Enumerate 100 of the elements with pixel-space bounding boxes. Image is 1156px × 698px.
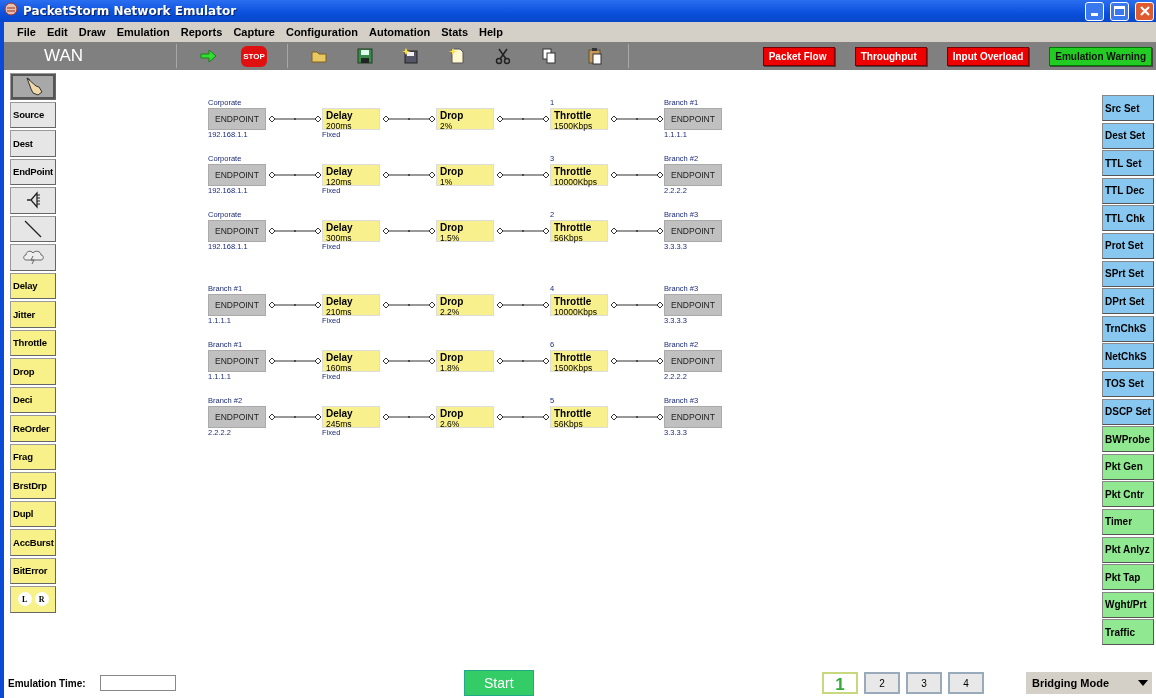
minimize-button[interactable] (1085, 1, 1104, 21)
drop-node[interactable]: Drop 2% (436, 108, 494, 130)
palette-button[interactable]: BrstDrp (10, 472, 56, 499)
palette-button[interactable]: Jitter (10, 301, 56, 328)
endpoint-node[interactable]: ENDPOINT (208, 350, 266, 372)
throttle-node[interactable]: Throttle 10000Kbps (550, 294, 608, 316)
throttle-node[interactable]: Throttle 10000Kbps (550, 164, 608, 186)
palette-button[interactable]: Dest (10, 130, 56, 157)
page-tab[interactable]: 3 (906, 672, 942, 694)
menu-item[interactable]: Draw (73, 26, 112, 38)
palette-button[interactable] (10, 187, 56, 214)
palette-button[interactable]: Pkt Gen (1102, 453, 1154, 480)
endpoint-node[interactable]: ENDPOINT (664, 164, 722, 186)
endpoint-node[interactable]: ENDPOINT (664, 294, 722, 316)
maximize-button[interactable] (1110, 1, 1129, 21)
palette-button[interactable]: Timer (1102, 508, 1154, 535)
time-field[interactable] (99, 675, 176, 691)
throttle-node[interactable]: Throttle 1500Kbps (550, 108, 608, 130)
endpoint-node[interactable]: ENDPOINT (664, 406, 722, 428)
palette-button[interactable]: TTL Chk (1102, 205, 1154, 232)
menu-item[interactable]: Stats (436, 26, 475, 38)
palette-button[interactable]: DSCP Set (1102, 398, 1154, 425)
endpoint-node[interactable]: ENDPOINT (664, 350, 722, 372)
palette-button[interactable]: Deci (10, 386, 56, 413)
endpoint-node[interactable]: ENDPOINT (208, 294, 266, 316)
endpoint-node[interactable]: ENDPOINT (208, 406, 266, 428)
palette-button[interactable] (10, 244, 56, 271)
palette-button[interactable]: TTL Set (1102, 150, 1154, 177)
palette-button[interactable]: Delay (10, 272, 56, 299)
palette-button[interactable]: AccBurst (10, 529, 56, 556)
palette-button[interactable]: Throttle (10, 329, 56, 356)
palette-button[interactable]: SPrt Set (1102, 260, 1154, 287)
delay-node[interactable]: Delay 160ms (322, 350, 380, 372)
connector (268, 357, 322, 365)
close-button[interactable] (1135, 1, 1154, 21)
endpoint-node[interactable]: ENDPOINT (664, 108, 722, 130)
palette-button[interactable]: L R (10, 586, 56, 613)
endpoint-node[interactable]: ENDPOINT (664, 220, 722, 242)
delay-node[interactable]: Delay 210ms (322, 294, 380, 316)
palette-button[interactable]: Prot Set (1102, 232, 1154, 259)
menu-item[interactable]: Edit (41, 26, 74, 38)
palette-button[interactable]: Wght/Prt (1102, 591, 1154, 618)
palette-button[interactable] (10, 73, 56, 100)
mode-label: WAN (43, 46, 85, 66)
close-icon (1138, 5, 1151, 17)
menu-item[interactable]: Configuration (280, 26, 365, 38)
palette-button[interactable] (10, 215, 56, 242)
page-tab[interactable]: 2 (864, 672, 900, 694)
throttle-node[interactable]: Throttle 56Kbps (550, 406, 608, 428)
palette-button[interactable]: Src Set (1102, 95, 1154, 121)
scissors-icon (494, 47, 512, 65)
menu-item[interactable]: Emulation (111, 26, 176, 38)
delay-node[interactable]: Delay 300ms (322, 220, 380, 242)
palette-button[interactable]: NetChkS (1102, 343, 1154, 370)
delay-node[interactable]: Delay 245ms (322, 406, 380, 428)
delay-node[interactable]: Delay 200ms (322, 108, 380, 130)
menu-item[interactable]: Help (474, 26, 509, 38)
connector (610, 115, 664, 123)
palette-button[interactable]: EndPoint (10, 158, 56, 185)
caret-icon (1138, 680, 1148, 686)
palette-button[interactable]: Frag (10, 443, 56, 470)
palette-button[interactable]: Dest Set (1102, 122, 1154, 149)
palette-button[interactable]: Dupl (10, 500, 56, 527)
throttle-node[interactable]: Throttle 56Kbps (550, 220, 608, 242)
endpoint-node[interactable]: ENDPOINT (208, 108, 266, 130)
palette-button[interactable]: TOS Set (1102, 370, 1154, 397)
drop-node[interactable]: Drop 2.2% (436, 294, 494, 316)
palette-button[interactable]: DPrt Set (1102, 288, 1154, 315)
palette-button[interactable]: Pkt Cntr (1102, 481, 1154, 508)
endpoint-node[interactable]: ENDPOINT (208, 164, 266, 186)
drop-node[interactable]: Drop 2.6% (436, 406, 494, 428)
connector (496, 301, 550, 309)
palette-button[interactable]: Source (10, 101, 56, 128)
status-indicator: Emulation Warning (1049, 46, 1152, 66)
connector (382, 357, 436, 365)
menu-item[interactable]: File (12, 26, 42, 38)
palette-button[interactable]: Drop (10, 358, 56, 385)
drop-node[interactable]: Drop 1.5% (436, 220, 494, 242)
page-tab[interactable]: 4 (948, 672, 984, 694)
connector (610, 227, 664, 235)
menu-item[interactable]: Reports (175, 26, 229, 38)
palette-button[interactable]: Traffic (1102, 619, 1154, 646)
endpoint-node[interactable]: ENDPOINT (208, 220, 266, 242)
palette-button[interactable]: BitError (10, 557, 56, 584)
palette-button[interactable]: TTL Dec (1102, 177, 1154, 204)
drop-node[interactable]: Drop 1% (436, 164, 494, 186)
throttle-node[interactable]: Throttle 1500Kbps (550, 350, 608, 372)
stop-button[interactable]: STOP (241, 45, 267, 67)
palette-button[interactable]: Pkt Tap (1102, 564, 1154, 591)
palette-button[interactable]: TrnChkS (1102, 315, 1154, 342)
delay-node[interactable]: Delay 120ms (322, 164, 380, 186)
menu-item[interactable]: Automation (364, 26, 437, 38)
drop-node[interactable]: Drop 1.8% (436, 350, 494, 372)
palette-button[interactable]: Pkt Anlyz (1102, 536, 1154, 563)
rotate-knob[interactable]: R (34, 592, 49, 607)
palette-button[interactable]: BWProbe (1102, 426, 1154, 453)
mode-dropdown[interactable]: Bridging Mode (1026, 672, 1152, 694)
menu-item[interactable]: Capture (228, 26, 281, 38)
palette-button[interactable]: ReOrder (10, 415, 56, 442)
rotate-knob[interactable]: L (17, 592, 32, 607)
